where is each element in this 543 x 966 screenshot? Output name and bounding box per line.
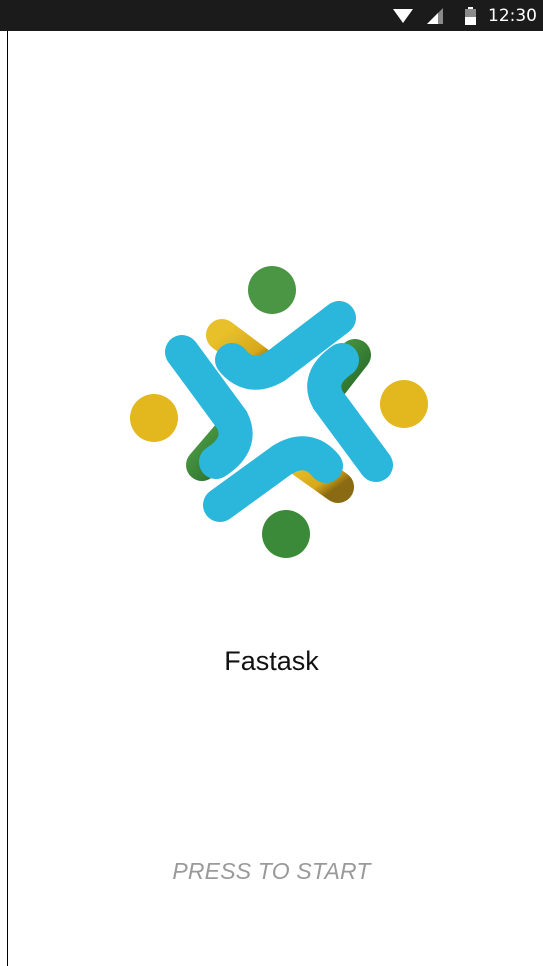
screen-edge [7, 31, 8, 966]
fastask-logo-icon [130, 266, 428, 558]
battery-icon [465, 6, 476, 25]
wifi-icon [393, 8, 413, 23]
app-name: Fastask [224, 646, 319, 676]
status-time: 12:30 [488, 5, 537, 26]
status-bar: 12:30 [0, 0, 543, 31]
cell-signal-icon [427, 7, 443, 24]
press-to-start-button[interactable]: PRESS TO START [0, 858, 543, 885]
status-icons: 12:30 [393, 0, 537, 31]
